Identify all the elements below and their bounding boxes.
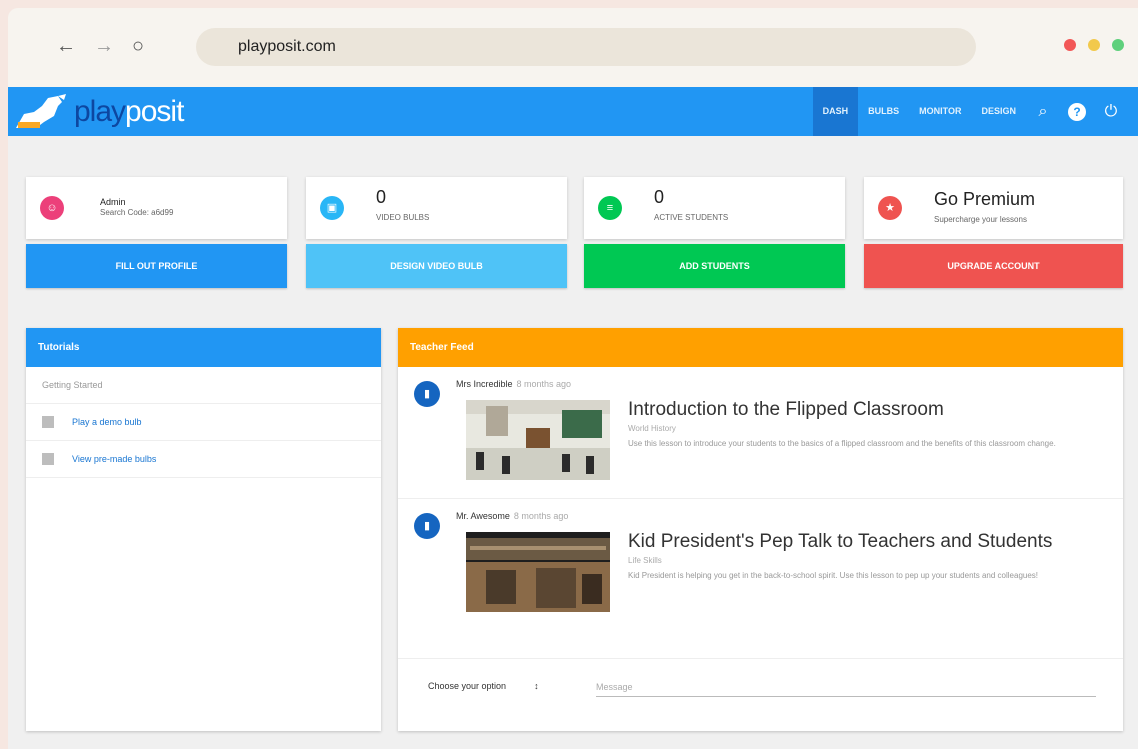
teacher-feed-header: Teacher Feed <box>398 328 1123 367</box>
profile-card: ☺ Admin Search Code: a6d99 <box>26 177 287 239</box>
power-icon[interactable]: ⏻ <box>1094 103 1128 121</box>
tab-design[interactable]: DESIGN <box>971 87 1026 136</box>
logo-text: playposit <box>74 95 184 128</box>
profile-name: Admin <box>100 197 126 207</box>
tutorials-panel: Tutorials Getting Started Play a demo bu… <box>26 328 381 731</box>
feed-time: 8 months ago <box>516 379 572 389</box>
design-video-bulb-button[interactable]: DESIGN VIDEO BULB <box>306 244 567 288</box>
active-students-card: ≡ 0 ACTIVE STUDENTS <box>584 177 845 239</box>
tutorials-header: Tutorials <box>26 328 381 367</box>
browser-window: ← → ○ playposit.com playposit DASH BULBS… <box>8 8 1138 749</box>
minimize-dot[interactable] <box>1088 39 1100 51</box>
tutorial-item-demo[interactable]: Play a demo bulb <box>26 404 381 441</box>
star-icon: ★ <box>878 196 902 220</box>
tutorial-bullet-icon <box>42 416 54 428</box>
lesson-title[interactable]: Introduction to the Flipped Classroom <box>628 399 944 421</box>
go-premium-title: Go Premium <box>934 189 1036 209</box>
top-nav: DASH BULBS MONITOR DESIGN ⌕ ? ⏻ <box>812 87 1128 136</box>
active-students-count: 0 <box>654 187 665 207</box>
help-icon-wrap[interactable]: ? <box>1060 102 1094 121</box>
user-avatar-icon: ▮ <box>414 513 440 539</box>
lesson-description: Use this lesson to introduce your studen… <box>628 439 1056 448</box>
feed-item[interactable]: ▮ Mr. Awesome 8 months ago Kid President'… <box>398 499 1123 658</box>
maximize-dot[interactable] <box>1112 39 1124 51</box>
teacher-feed-panel: Teacher Feed ▮ Mrs Incredible 8 months ag… <box>398 328 1123 731</box>
playposit-app: playposit DASH BULBS MONITOR DESIGN ⌕ ? … <box>8 87 1138 749</box>
video-bulbs-label: VIDEO BULBS <box>376 213 430 222</box>
select-arrow-icon: ↕ <box>534 681 539 691</box>
feed-time: 8 months ago <box>513 511 569 521</box>
search-code: Search Code: a6d99 <box>100 208 174 217</box>
feed-item[interactable]: ▮ Mrs Incredible 8 months ago Introducti… <box>398 367 1123 499</box>
video-bulbs-card: ▣ 0 VIDEO BULBS <box>306 177 567 239</box>
video-bulbs-count: 0 <box>376 187 387 207</box>
dog-logo-icon <box>16 94 66 128</box>
tab-dash[interactable]: DASH <box>812 87 859 136</box>
bulb-icon: ▣ <box>320 196 344 220</box>
lesson-subject: Life Skills <box>628 556 662 565</box>
reload-icon[interactable]: ○ <box>132 34 144 58</box>
url-text: playposit.com <box>238 38 336 55</box>
message-input[interactable]: Message <box>596 677 1096 697</box>
search-icon[interactable]: ⌕ <box>1026 103 1060 121</box>
upgrade-account-button[interactable]: UPGRADE ACCOUNT <box>864 244 1123 288</box>
lesson-subject: World History <box>628 424 676 433</box>
feed-composer: Choose your option ↕ Message <box>398 658 1123 716</box>
close-dot[interactable] <box>1064 39 1076 51</box>
top-navbar: playposit DASH BULBS MONITOR DESIGN ⌕ ? … <box>8 87 1138 136</box>
back-icon[interactable]: ← <box>56 34 76 58</box>
tutorials-section-label: Getting Started <box>26 367 381 404</box>
fill-out-profile-button[interactable]: FILL OUT PROFILE <box>26 244 287 288</box>
tutorial-item-label: Play a demo bulb <box>72 416 142 427</box>
playposit-logo[interactable]: playposit <box>14 91 184 133</box>
add-students-button[interactable]: ADD STUDENTS <box>584 244 845 288</box>
forward-icon[interactable]: → <box>94 34 114 58</box>
active-students-label: ACTIVE STUDENTS <box>654 213 729 222</box>
user-avatar-icon: ▮ <box>414 381 440 407</box>
address-bar[interactable]: playposit.com <box>196 28 976 66</box>
option-select[interactable]: Choose your option ↕ <box>428 681 539 691</box>
help-icon: ? <box>1068 102 1086 121</box>
go-premium-card[interactable]: ★ Go Premium Supercharge your lessons <box>864 177 1123 239</box>
video-thumbnail[interactable] <box>466 532 610 612</box>
lesson-title[interactable]: Kid President's Pep Talk to Teachers and… <box>628 531 1052 553</box>
tutorial-item-premade[interactable]: View pre-made bulbs <box>26 441 381 478</box>
window-controls <box>1064 39 1124 51</box>
profile-avatar-icon: ☺ <box>40 196 64 220</box>
browser-chrome: ← → ○ playposit.com <box>8 8 1138 87</box>
tutorial-item-label: View pre-made bulbs <box>72 453 157 464</box>
tab-monitor[interactable]: MONITOR <box>909 87 971 136</box>
tutorial-bullet-icon <box>42 453 54 465</box>
go-premium-subtitle: Supercharge your lessons <box>934 215 1027 224</box>
feed-author: Mr. Awesome 8 months ago <box>456 511 569 521</box>
feed-author: Mrs Incredible 8 months ago <box>456 379 572 389</box>
video-thumbnail[interactable] <box>466 400 610 480</box>
lesson-description: Kid President is helping you get in the … <box>628 571 1039 580</box>
students-icon: ≡ <box>598 196 622 220</box>
tab-bulbs[interactable]: BULBS <box>858 87 909 136</box>
